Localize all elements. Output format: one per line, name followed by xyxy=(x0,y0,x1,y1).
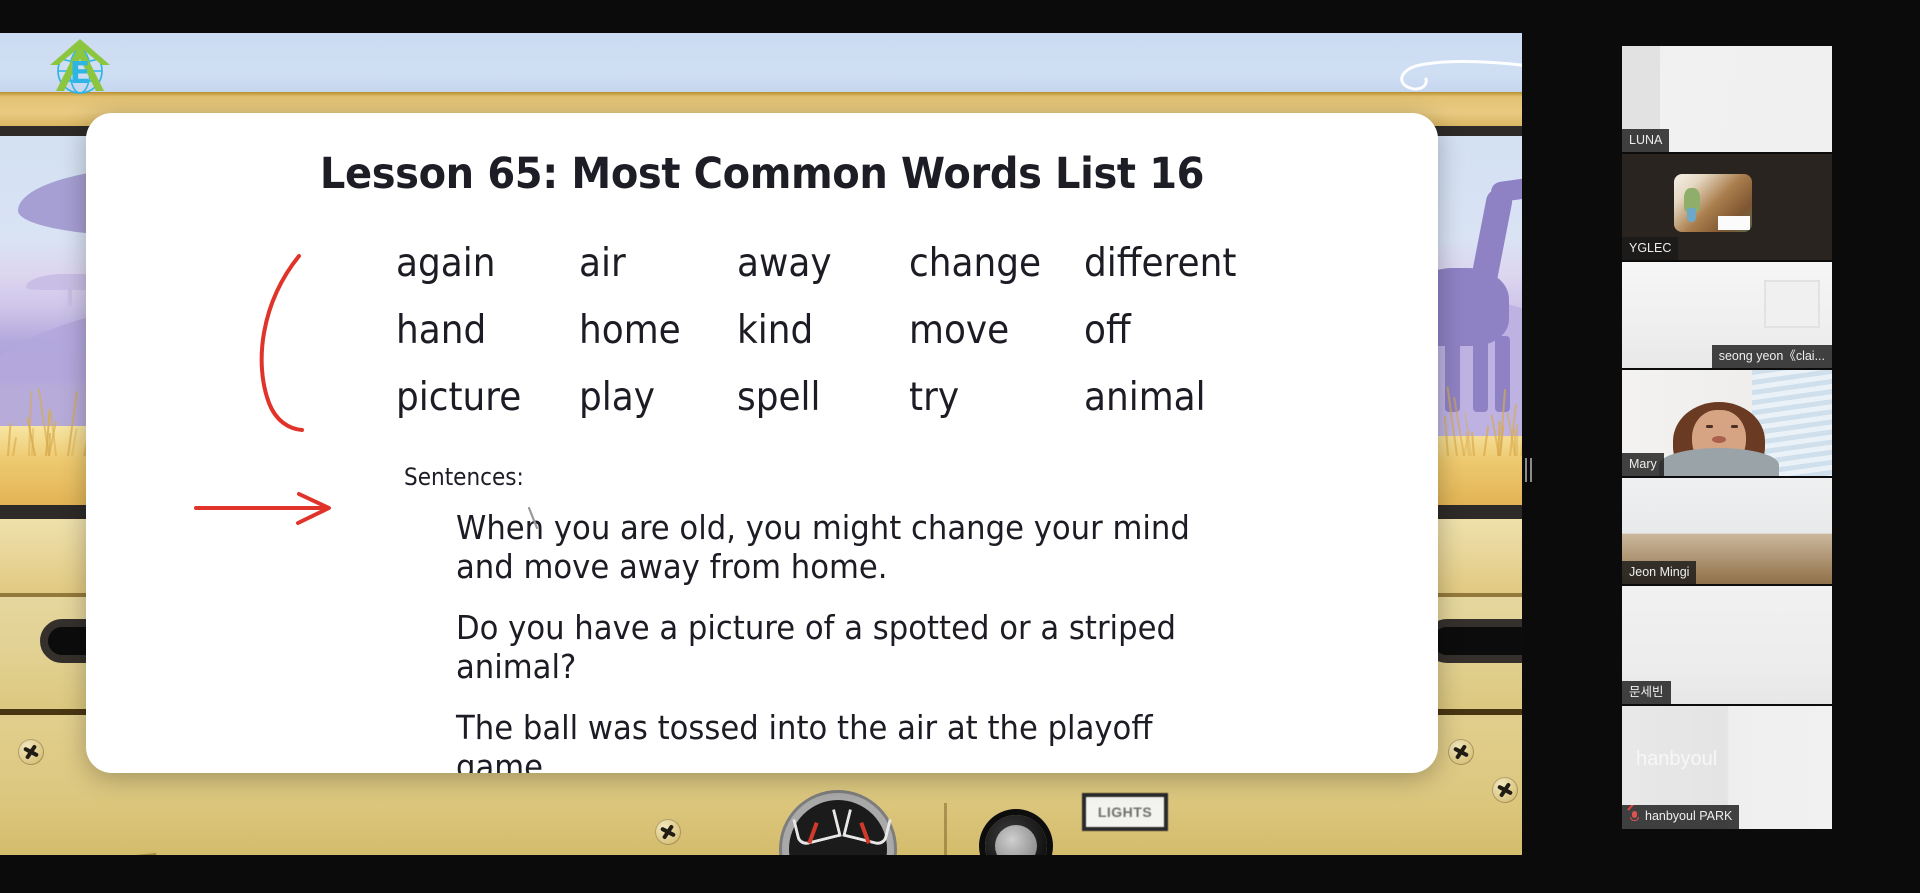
word-item: home xyxy=(579,308,724,355)
word-item: kind xyxy=(737,308,895,355)
word-item: try xyxy=(909,375,1070,422)
participant-name: 문세빈 xyxy=(1622,681,1671,705)
participant-name-row: hanbyoul PARK xyxy=(1622,805,1739,829)
word-item: change xyxy=(909,241,1070,288)
screw-icon-1 xyxy=(18,739,44,765)
participant-tile-luna[interactable]: LUNA xyxy=(1622,46,1832,152)
word-item: different xyxy=(1084,241,1261,288)
sentence-item: When you are old, you might change your … xyxy=(456,509,1256,587)
sentences-section: Sentences: When you are old, you might c… xyxy=(404,463,1438,773)
word-item: play xyxy=(579,375,724,422)
bus-grab-handle-right xyxy=(1425,619,1522,663)
word-item: spell xyxy=(737,375,895,422)
sky-band xyxy=(0,33,1522,92)
participant-name: seong yeon《clai... xyxy=(1712,345,1832,369)
svg-text:E: E xyxy=(70,56,91,91)
screen-share-meeting-window: LIGHTS Lesson 65: Most Common Words List… xyxy=(0,0,1920,893)
participant-name: hanbyoul PARK xyxy=(1645,810,1732,823)
e-globe-logo: E xyxy=(44,33,116,103)
participant-filmstrip[interactable]: LUNA YGLEC seong yeon《clai... Mary Jeon … xyxy=(1622,46,1832,829)
dash-groove-3 xyxy=(944,803,947,855)
screw-icon-2 xyxy=(1448,739,1474,765)
shared-screen-stage[interactable]: LIGHTS Lesson 65: Most Common Words List… xyxy=(0,33,1522,855)
cloud-swirl-icon xyxy=(1300,55,1522,95)
page-title: Lesson 65: Most Common Words List 16 xyxy=(133,149,1390,199)
word-item: off xyxy=(1084,308,1261,355)
word-item: again xyxy=(396,241,564,288)
word-item: move xyxy=(909,308,1070,355)
word-item: animal xyxy=(1084,375,1261,422)
mic-muted-icon xyxy=(1629,810,1640,823)
lights-label: LIGHTS xyxy=(1082,793,1168,831)
screw-icon-4 xyxy=(655,819,681,845)
participant-tile-jeon-mingi[interactable]: Jeon Mingi xyxy=(1622,478,1832,584)
sentences-label: Sentences: xyxy=(404,463,1335,491)
participant-name: YGLEC xyxy=(1622,237,1678,261)
sentence-item: The ball was tossed into the air at the … xyxy=(456,709,1256,773)
participant-shared-photo xyxy=(1674,174,1752,232)
participant-overlay-text: hanbyoul xyxy=(1636,748,1717,771)
participant-tile-moon-sebin[interactable]: 문세빈 xyxy=(1622,586,1832,704)
participant-name: Mary xyxy=(1622,453,1664,477)
panel-resize-handle[interactable] xyxy=(1524,458,1533,482)
participant-tile-yglec[interactable]: YGLEC xyxy=(1622,154,1832,260)
participant-name: LUNA xyxy=(1622,129,1669,153)
lesson-slide-card: Lesson 65: Most Common Words List 16 aga… xyxy=(86,113,1438,773)
word-list-grid: again air away change different hand hom… xyxy=(396,241,1276,421)
word-item: picture xyxy=(396,375,564,422)
participant-tile-seong-yeon[interactable]: seong yeon《clai... xyxy=(1622,262,1832,368)
sentence-item: Do you have a picture of a spotted or a … xyxy=(456,609,1256,687)
word-item: hand xyxy=(396,308,564,355)
screw-icon-3 xyxy=(1492,777,1518,803)
participant-tile-mary[interactable]: Mary xyxy=(1622,370,1832,476)
participant-name: Jeon Mingi xyxy=(1622,561,1696,585)
word-item: away xyxy=(737,241,895,288)
participant-tile-hanbyoul-park[interactable]: hanbyoul hanbyoul PARK xyxy=(1622,706,1832,829)
word-item: air xyxy=(579,241,724,288)
